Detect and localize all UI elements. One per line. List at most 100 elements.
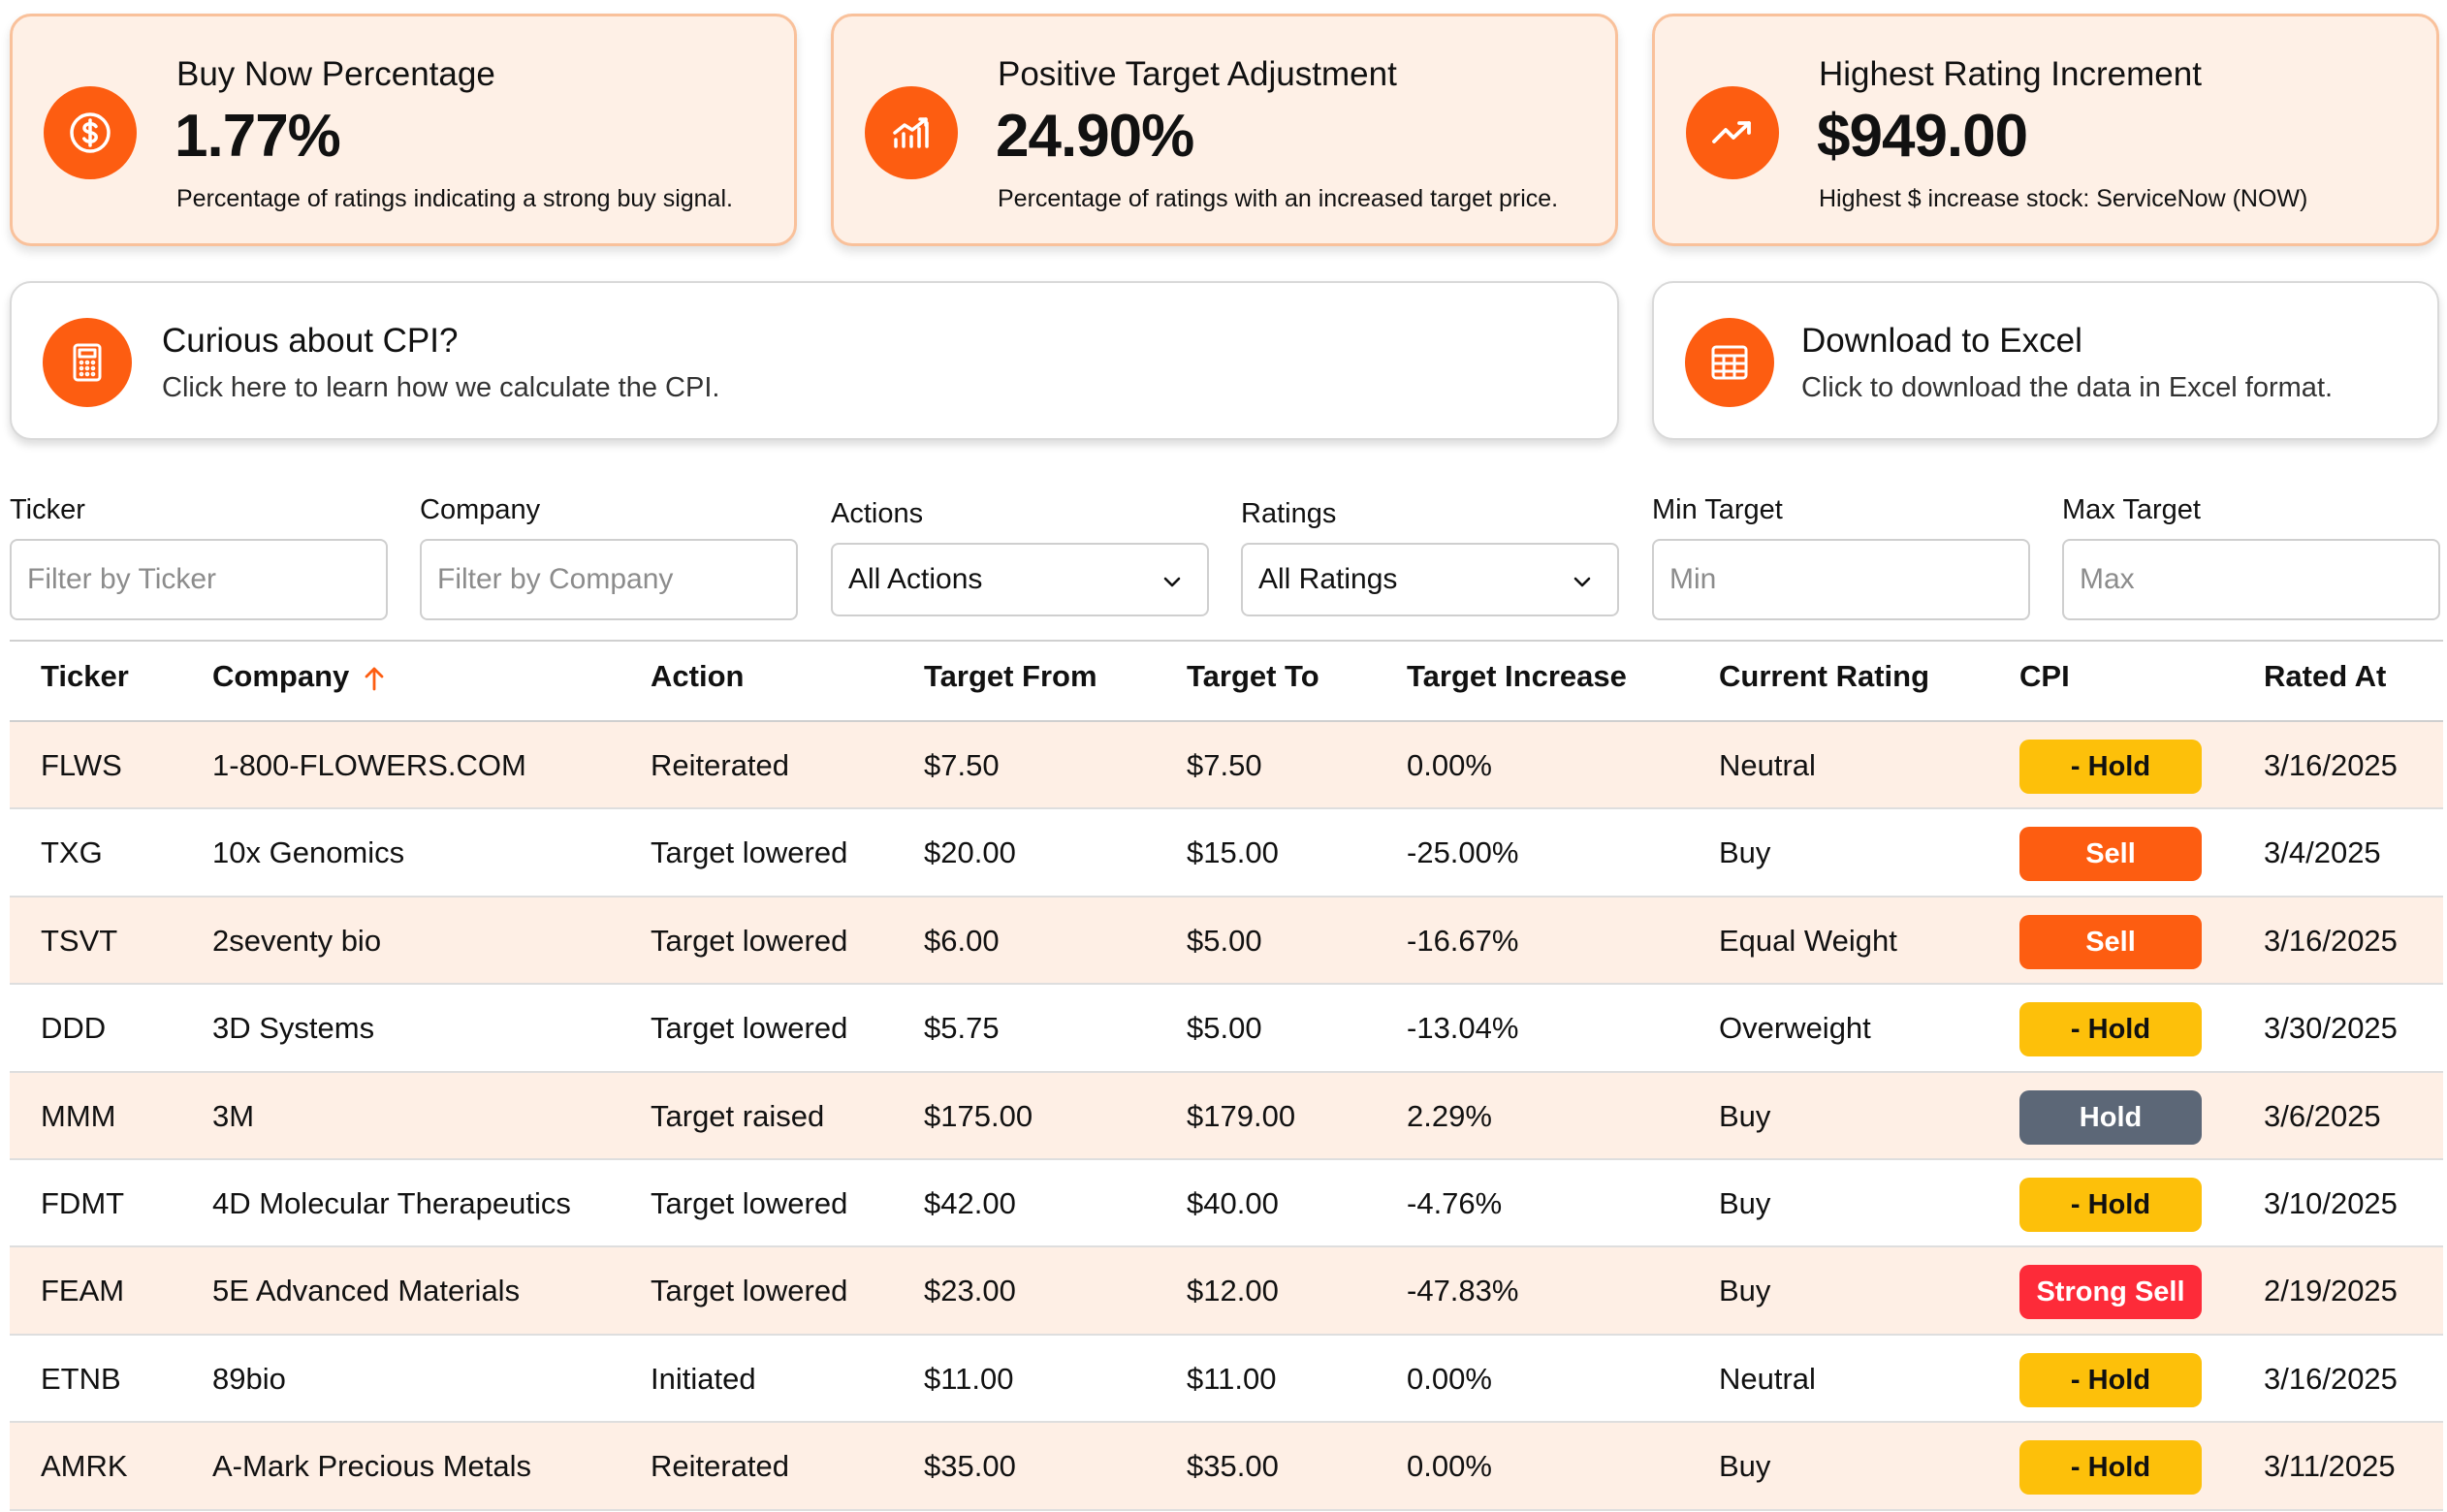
cell-target-increase: 2.29% [1407,1098,1492,1133]
cpi-badge: - Hold [2019,1002,2202,1057]
stat-value: 1.77% [175,103,341,170]
stat-description: Percentage of ratings with an increased … [998,185,1559,212]
cell-ticker: FLWS [41,748,122,782]
stat-description: Percentage of ratings indicating a stron… [176,185,733,212]
cell-ticker: AMRK [41,1449,128,1484]
cpi-card-title: Curious about CPI? [162,322,459,360]
cpi-badge: Hold [2019,1089,2202,1145]
cell-target-to: $179.00 [1187,1098,1296,1133]
cell-rated-at: 2/19/2025 [2264,1274,2398,1308]
dollar-circle-icon [44,86,137,179]
cpi-badge: Strong Sell [2019,1265,2202,1320]
column-header-cpi[interactable]: CPI [2019,659,2070,694]
min-target-input[interactable] [1652,539,2030,620]
cell-company: 10x Genomics [212,835,405,870]
stat-title: Buy Now Percentage [176,55,495,93]
cell-target-to: $7.50 [1187,748,1262,782]
table-row[interactable]: DDD 3D Systems Target lowered $5.75 $5.00 -13… [10,985,2443,1073]
cell-ticker: DDD [41,1011,107,1046]
cell-current-rating: Neutral [1719,1361,1816,1396]
spreadsheet-icon [1685,318,1774,407]
stat-description: Highest $ increase stock: ServiceNow (NO… [1819,185,2308,212]
table-row[interactable]: ETNB 89bio Initiated $11.00 $11.00 0.00% Neutr… [10,1335,2443,1424]
cpi-badge: Sell [2019,827,2202,882]
cell-ticker: FEAM [41,1274,125,1308]
cell-target-to: $15.00 [1187,835,1279,870]
cell-current-rating: Buy [1719,1274,1771,1308]
chevron-down-icon [1163,577,1181,587]
excel-card-title: Download to Excel [1801,322,2082,360]
stat-card-positive-target: Positive Target Adjustment 24.90% Percen… [831,14,1618,246]
cell-target-to: $5.00 [1187,1011,1262,1046]
cell-action: Target lowered [651,835,848,870]
chevron-down-icon [1573,577,1591,587]
cell-target-from: $7.50 [924,748,1000,782]
cell-target-from: $11.00 [924,1361,1014,1396]
cpi-badge: - Hold [2019,1177,2202,1232]
stat-card-highest-increment: Highest Rating Increment $949.00 Highest… [1652,14,2439,246]
ratings-filter-label: Ratings [1241,498,1337,529]
cell-action: Target lowered [651,1011,848,1046]
column-header-target-from[interactable]: Target From [924,659,1097,694]
cell-target-increase: -25.00% [1407,835,1519,870]
column-header-action[interactable]: Action [651,659,744,694]
column-header-ticker[interactable]: Ticker [41,659,129,694]
cell-target-from: $42.00 [924,1185,1016,1220]
cell-current-rating: Buy [1719,1449,1771,1484]
cell-action: Reiterated [651,1449,790,1484]
cell-action: Target lowered [651,1274,848,1308]
actions-filter-select[interactable]: All Actions [831,543,1209,616]
cell-action: Target lowered [651,923,848,958]
table-row[interactable]: TSVT 2seventy bio Target lowered $6.00 $5.00… [10,897,2443,986]
cell-company: 2seventy bio [212,923,382,958]
cell-target-to: $5.00 [1187,923,1262,958]
cpi-info-card[interactable]: Curious about CPI? Click here to learn h… [10,281,1619,440]
table-row[interactable]: AMRK A-Mark Precious Metals Reiterated $35.… [10,1423,2443,1511]
cell-rated-at: 3/16/2025 [2264,1361,2398,1396]
max-target-filter-label: Max Target [2062,494,2201,525]
cell-target-increase: 0.00% [1407,1361,1492,1396]
column-header-company[interactable]: Company [212,659,386,694]
cell-ticker: TSVT [41,923,118,958]
cell-target-increase: 0.00% [1407,1449,1492,1484]
max-target-input[interactable] [2062,539,2440,620]
cpi-badge: - Hold [2019,1352,2202,1407]
cell-rated-at: 3/10/2025 [2264,1185,2398,1220]
cell-rated-at: 3/16/2025 [2264,923,2398,958]
table-row[interactable]: FLWS 1-800-FLOWERS.COM Reiterated $7.50 $7.5… [10,722,2443,810]
ratings-filter-select[interactable]: All Ratings [1241,543,1619,616]
cell-ticker: FDMT [41,1185,125,1220]
cell-company: 3D Systems [212,1011,375,1046]
cell-target-from: $175.00 [924,1098,1033,1133]
min-target-filter-label: Min Target [1652,494,1783,525]
stat-value: $949.00 [1817,103,2028,170]
column-header-target-to[interactable]: Target To [1187,659,1319,694]
cpi-badge: - Hold [2019,1440,2202,1496]
ticker-filter-input[interactable] [10,539,388,620]
cell-action: Reiterated [651,748,790,782]
cell-company: 3M [212,1098,255,1133]
column-header-rated-at[interactable]: Rated At [2264,659,2386,694]
actions-selected-value: All Actions [848,563,983,595]
cpi-badge: - Hold [2019,740,2202,794]
table-row[interactable]: FEAM 5E Advanced Materials Target lowered $… [10,1247,2443,1336]
company-filter-input[interactable] [420,539,798,620]
cell-target-to: $40.00 [1187,1185,1279,1220]
table-row[interactable]: MMM 3M Target raised $175.00 $179.00 2.29% Buy… [10,1072,2443,1160]
column-header-target-increase[interactable]: Target Increase [1407,659,1627,694]
cell-rated-at: 3/6/2025 [2264,1098,2381,1133]
cell-current-rating: Overweight [1719,1011,1871,1046]
download-excel-card[interactable]: Download to Excel Click to download the … [1652,281,2439,440]
cell-company: 4D Molecular Therapeutics [212,1185,571,1220]
table-row[interactable]: TXG 10x Genomics Target lowered $20.00 $15.0… [10,809,2443,898]
column-header-label: Company [212,659,350,693]
arrow-up-icon [365,667,384,691]
cell-company: 5E Advanced Materials [212,1274,521,1308]
column-header-current-rating[interactable]: Current Rating [1719,659,1929,694]
cell-ticker: TXG [41,835,103,870]
analyst-ratings-page: Buy Now Percentage 1.77% Percentage of r… [0,0,2447,1512]
cell-target-increase: -47.83% [1407,1274,1519,1308]
table-row[interactable]: FDMT 4D Molecular Therapeutics Target lowe… [10,1159,2443,1248]
cell-rated-at: 3/16/2025 [2264,748,2398,782]
cell-target-to: $35.00 [1187,1449,1279,1484]
